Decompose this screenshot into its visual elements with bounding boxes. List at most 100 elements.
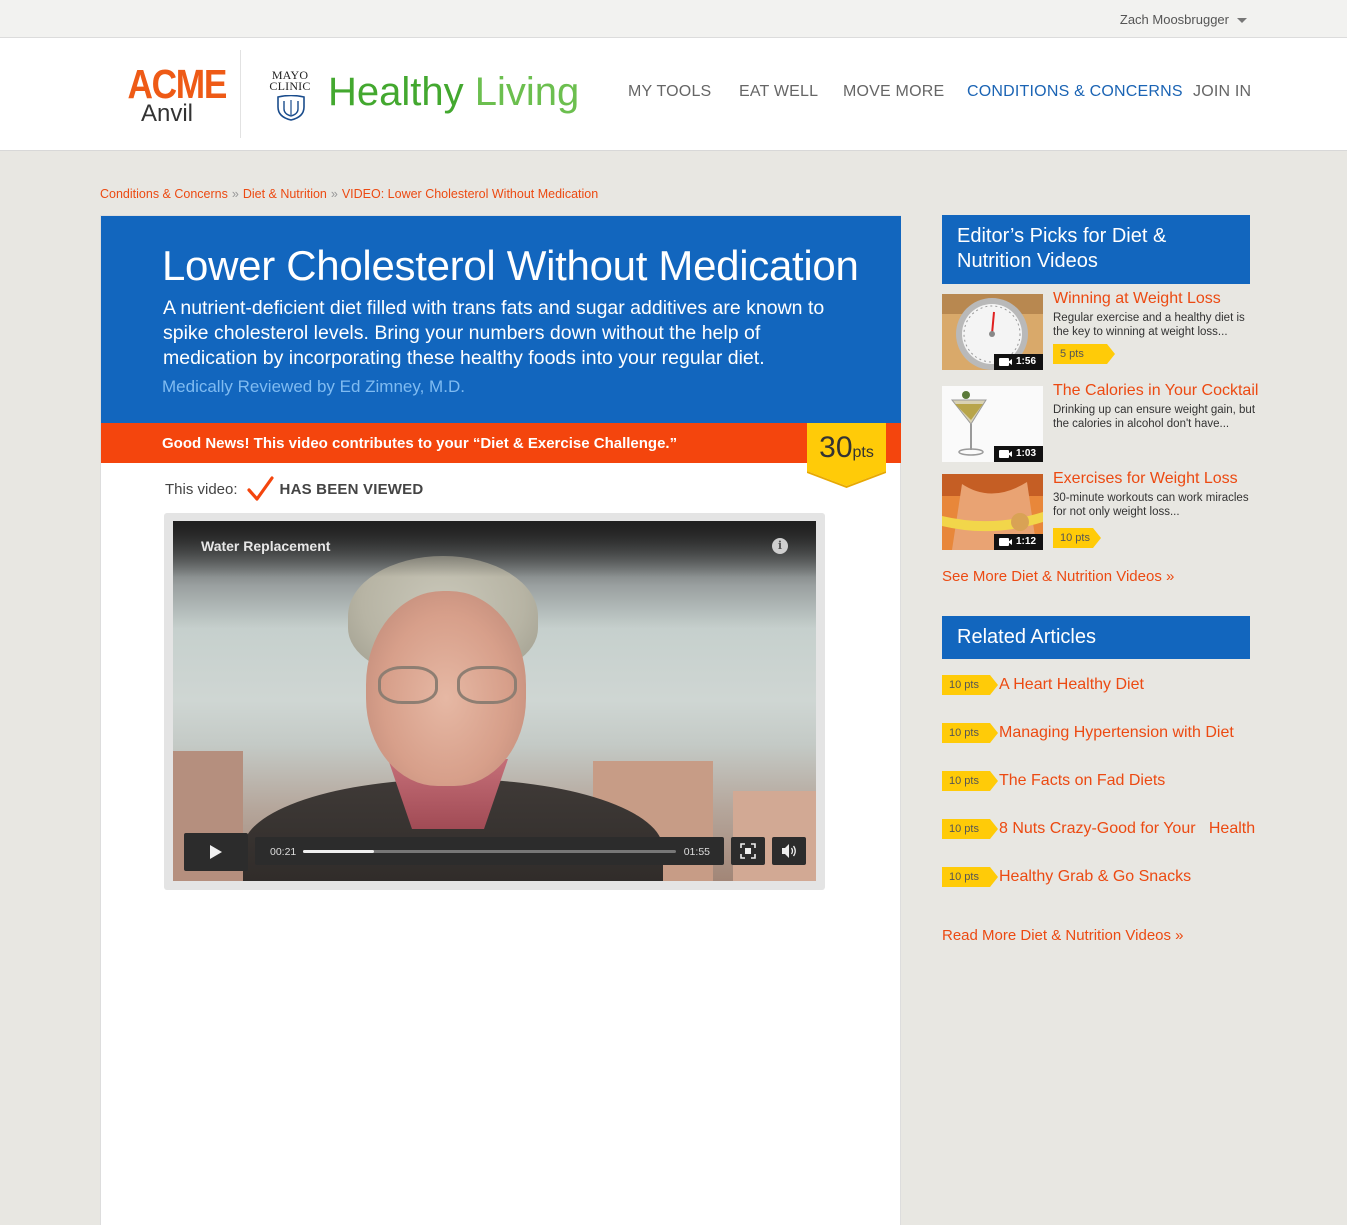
mayo-logo-line2: CLINIC: [269, 79, 311, 93]
related-article[interactable]: 10 pts A Heart Healthy Diet: [942, 675, 1272, 697]
nav-conditions-concerns[interactable]: CONDITIONS & CONCERNS: [967, 83, 1183, 101]
site-header: ACME Anvil MAYO CLINIC Healthy Living MY…: [0, 38, 1347, 151]
fullscreen-icon: [740, 843, 756, 859]
video-screen[interactable]: Water Replacement i 00:21 01:55: [173, 521, 816, 881]
acme-anvil-logo[interactable]: ACME Anvil: [121, 61, 227, 126]
nav-eat-well[interactable]: EAT WELL: [739, 83, 818, 101]
video-thumbnail: 1:56: [942, 294, 1043, 370]
video-duration: 1:12: [994, 534, 1043, 550]
breadcrumb-current[interactable]: VIDEO: Lower Cholesterol Without Medicat…: [342, 187, 598, 201]
nav-move-more[interactable]: MOVE MORE: [843, 83, 944, 101]
title-healthy: Healthy: [328, 70, 464, 114]
volume-icon: [782, 844, 796, 858]
play-icon: [210, 845, 222, 859]
related-article[interactable]: 10 pts The Facts on Fad Diets: [942, 771, 1272, 793]
points-tag: 5 pts: [1053, 344, 1115, 364]
caret-down-icon: [1237, 18, 1247, 23]
pick-description: Drinking up can ensure weight gain, but …: [1053, 404, 1256, 430]
points-badge-text: 30pts: [807, 431, 886, 465]
points-tag: 10 pts: [942, 675, 998, 695]
mayo-clinic-logo[interactable]: MAYO CLINIC: [266, 69, 314, 122]
article-description: A nutrient-deficient diet filled with tr…: [163, 297, 825, 369]
glasses-lens: [457, 666, 517, 704]
healthy-living-title[interactable]: Healthy Living: [328, 69, 579, 115]
current-time: 00:21: [270, 846, 297, 858]
pick-title: Exercises for Weight Loss: [1053, 470, 1238, 487]
info-icon[interactable]: i: [772, 538, 788, 554]
total-time: 01:55: [683, 846, 710, 858]
article-title: 8 Nuts Crazy-Good for Your Health: [999, 820, 1256, 837]
breadcrumb-separator: »: [231, 187, 239, 201]
video-player: Water Replacement i 00:21 01:55: [164, 513, 825, 890]
challenge-banner-text: Good News! This video contributes to you…: [162, 435, 678, 452]
scrub-bar: 00:21 01:55: [255, 837, 724, 865]
video-pick[interactable]: 1:56 Winning at Weight Loss Regular exer…: [942, 290, 1272, 370]
breadcrumb-item[interactable]: Diet & Nutrition: [243, 187, 327, 201]
editors-picks-heading: Editor’s Picks for Diet & Nutrition Vide…: [942, 215, 1250, 284]
logo-divider: [240, 50, 241, 138]
duration-text: 1:12: [1016, 536, 1037, 547]
nav-join-in[interactable]: JOIN IN: [1193, 83, 1251, 101]
related-article[interactable]: 10 pts Managing Hypertension with Diet: [942, 723, 1272, 745]
progress-fill: [303, 850, 374, 853]
title-living: Living: [474, 70, 580, 114]
top-bar: Zach Moosbrugger: [0, 0, 1347, 38]
nav-my-tools[interactable]: MY TOOLS: [628, 83, 711, 101]
points-tag: 10 pts: [942, 867, 998, 887]
video-title-bar: Water Replacement i: [173, 521, 816, 577]
points-tag: 10 pts: [942, 771, 998, 791]
checkmark-icon: [246, 476, 274, 501]
volume-button[interactable]: [772, 837, 806, 865]
duration-text: 1:56: [1016, 356, 1037, 367]
breadcrumb: Conditions & Concerns» Diet & Nutrition» V…: [100, 187, 598, 201]
points-unit: pts: [852, 444, 874, 461]
points-tag: 10 pts: [942, 723, 998, 743]
points-badge: 30pts: [807, 423, 886, 488]
article-title: A Heart Healthy Diet: [999, 676, 1144, 693]
video-camera-icon: [999, 538, 1012, 546]
acme-logo-top: ACME: [127, 61, 227, 107]
article-title: Managing Hypertension with Diet: [999, 724, 1234, 741]
related-article[interactable]: 10 pts Healthy Grab & Go Snacks: [942, 867, 1272, 889]
viewed-status: HAS BEEN VIEWED: [279, 480, 424, 498]
glasses-lens: [378, 666, 438, 704]
pick-title: The Calories in Your Cocktail: [1053, 382, 1259, 399]
user-menu[interactable]: Zach Moosbrugger: [1120, 12, 1247, 27]
points-value: 30: [819, 431, 853, 464]
related-articles-heading: Related Articles: [942, 616, 1250, 659]
read-more-videos-link[interactable]: Read More Diet & Nutrition Videos »: [942, 927, 1184, 944]
medically-reviewed-by: Medically Reviewed by Ed Zimney, M.D.: [162, 377, 465, 396]
article-title: Healthy Grab & Go Snacks: [999, 868, 1192, 885]
video-thumbnail: 1:03: [942, 386, 1043, 462]
article-title: The Facts on Fad Diets: [999, 772, 1166, 789]
video-duration: 1:03: [994, 446, 1043, 462]
video-camera-icon: [999, 358, 1012, 366]
video-pick[interactable]: 1:12 Exercises for Weight Loss 30-minute…: [942, 470, 1272, 550]
main-content: Lower Cholesterol Without Medication A n…: [100, 215, 901, 1225]
background-building: [733, 791, 816, 881]
pick-description: Regular exercise and a healthy diet is t…: [1053, 312, 1245, 338]
duration-text: 1:03: [1016, 448, 1037, 459]
breadcrumb-item[interactable]: Conditions & Concerns: [100, 187, 228, 201]
video-title: Water Replacement: [201, 538, 331, 554]
video-pick[interactable]: 1:03 The Calories in Your Cocktail Drink…: [942, 382, 1272, 462]
play-button[interactable]: [184, 833, 248, 871]
see-more-videos-link[interactable]: See More Diet & Nutrition Videos »: [942, 568, 1174, 585]
article-hero: Lower Cholesterol Without Medication A n…: [101, 216, 901, 423]
viewed-label: This video:: [165, 480, 238, 498]
related-article[interactable]: 10 pts 8 Nuts Crazy-Good for Your Health: [942, 819, 1272, 841]
points-tag: 10 pts: [1053, 528, 1101, 548]
page-title: Lower Cholesterol Without Medication: [162, 242, 859, 289]
video-camera-icon: [999, 450, 1012, 458]
progress-track[interactable]: [303, 850, 676, 853]
video-duration: 1:56: [994, 354, 1043, 370]
challenge-banner: Good News! This video contributes to you…: [101, 423, 901, 463]
viewed-status-row: This video: HAS BEEN VIEWED: [165, 475, 423, 503]
points-tag: 10 pts: [942, 819, 998, 839]
video-thumbnail: 1:12: [942, 474, 1043, 550]
fullscreen-button[interactable]: [731, 837, 765, 865]
breadcrumb-separator: »: [330, 187, 338, 201]
pick-title: Winning at Weight Loss: [1053, 290, 1221, 307]
user-name: Zach Moosbrugger: [1119, 12, 1229, 27]
mayo-shield-icon: [277, 95, 305, 121]
